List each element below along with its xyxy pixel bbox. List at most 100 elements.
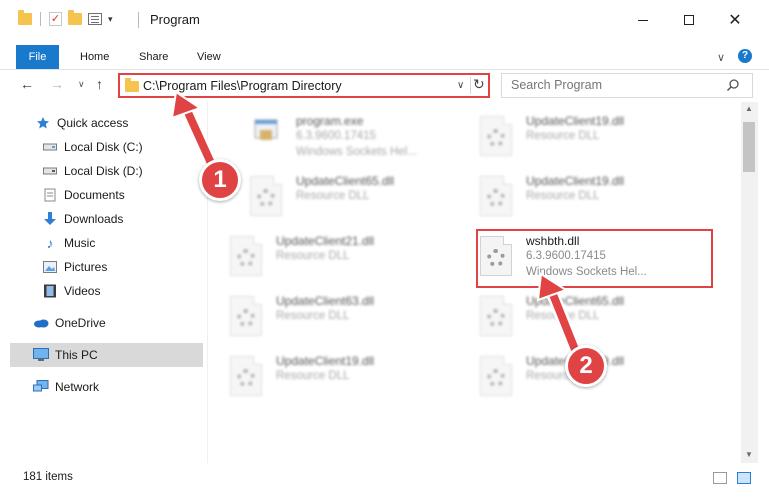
sidebar-item-music[interactable]: ♪ Music ✦	[42, 231, 239, 255]
customize-toolbar-dropdown-icon[interactable]: ▾	[108, 14, 113, 25]
close-button[interactable]: ✕	[712, 0, 758, 40]
dll-icon	[480, 356, 512, 396]
tab-share[interactable]: Share	[139, 45, 168, 69]
quick-access-toolbar: ✓ ▾	[18, 10, 113, 26]
sidebar-item-label: Pictures	[64, 260, 108, 274]
sidebar-item-local-disk-d[interactable]: Local Disk (D:) ✦	[42, 159, 238, 183]
sidebar-item-label: Downloads	[64, 212, 124, 226]
file-type: Resource DLL	[296, 190, 370, 202]
file-name: program.exe	[296, 114, 364, 128]
minimize-button[interactable]	[620, 0, 666, 40]
file-name: UpdateClient19.dll	[526, 174, 625, 188]
file-item[interactable]: UpdateClient19.dll Resource DLL	[208, 348, 438, 404]
title-bar: ✓ ▾ Program ✕	[0, 0, 769, 40]
dll-icon	[480, 116, 512, 156]
sidebar-item-label: Documents	[64, 188, 125, 202]
title-divider	[138, 12, 139, 28]
expand-ribbon-chevron-icon[interactable]: ∨	[717, 51, 725, 64]
sidebar-item-onedrive[interactable]: OneDrive	[33, 311, 207, 335]
dll-icon	[230, 236, 262, 276]
address-dropdown-icon[interactable]: ∨	[457, 80, 464, 91]
search-icon[interactable]	[726, 78, 740, 92]
scroll-thumb[interactable]	[743, 122, 755, 172]
maximize-button[interactable]	[666, 0, 712, 40]
documents-icon	[42, 187, 58, 203]
vertical-scrollbar[interactable]: ▲ ▼	[741, 102, 758, 463]
file-name: UpdateClient19.dll	[276, 354, 375, 368]
folder-icon	[125, 78, 139, 92]
sidebar-item-label: Music	[64, 236, 96, 250]
this-pc-icon	[33, 347, 49, 363]
file-name: UpdateClient21.dll	[276, 234, 375, 248]
recent-locations-dropdown[interactable]: ∨	[78, 79, 85, 90]
highlight-box	[476, 229, 713, 288]
item-count: 181 items	[23, 471, 73, 483]
onedrive-icon	[33, 315, 49, 331]
file-type: Resource DLL	[276, 250, 350, 262]
sidebar-item-documents[interactable]: Documents ✦	[42, 183, 238, 207]
scroll-down-arrow-icon[interactable]: ▼	[745, 450, 753, 459]
drive-icon	[42, 163, 58, 179]
up-button[interactable]: ↑	[96, 76, 103, 92]
gear-icon	[237, 309, 255, 327]
folder-icon[interactable]	[18, 10, 32, 25]
gear-icon	[257, 189, 275, 207]
sidebar-item-quick-access[interactable]: Quick access	[35, 111, 207, 135]
sidebar-item-label: Videos	[64, 284, 101, 298]
file-item[interactable]: UpdateClient21.dll Resource DLL	[208, 228, 438, 284]
music-icon: ♪	[46, 235, 54, 251]
file-item[interactable]: UpdateClient65.dll Resource DLL	[458, 288, 688, 344]
step-badge-1: 1	[199, 159, 241, 201]
tab-home[interactable]: Home	[80, 45, 109, 69]
file-type: Resource DLL	[526, 310, 600, 322]
gear-icon	[487, 369, 505, 387]
sidebar-item-label: Quick access	[57, 116, 129, 130]
dll-icon	[230, 296, 262, 336]
file-item[interactable]: UpdateClient19.dll Resource DLL	[458, 108, 688, 164]
large-icons-view-icon[interactable]	[737, 472, 751, 484]
search-input[interactable]	[511, 78, 721, 92]
new-folder-icon[interactable]	[68, 10, 82, 25]
properties-icon[interactable]	[88, 13, 102, 25]
sidebar-item-this-pc[interactable]: This PC	[10, 343, 203, 367]
address-row: ← → ∨ ↑ C:\Program Files\Program Directo…	[0, 70, 769, 102]
file-item[interactable]: UpdateClient65.dll Resource DLL	[228, 168, 458, 224]
sidebar-item-network[interactable]: Network	[33, 375, 207, 399]
dll-icon	[230, 356, 262, 396]
file-item[interactable]: program.exe 6.3.9600.17415 Windows Socke…	[228, 108, 458, 164]
address-path[interactable]: C:\Program Files\Program Directory	[143, 79, 342, 93]
sidebar-item-pictures[interactable]: Pictures ✦	[42, 255, 238, 279]
dll-icon	[480, 296, 512, 336]
address-divider	[470, 77, 471, 94]
help-icon[interactable]: ?	[738, 49, 752, 63]
properties-check-icon[interactable]: ✓	[49, 12, 62, 26]
tab-file[interactable]: File	[16, 45, 59, 69]
file-name: UpdateClient65.dll	[296, 174, 395, 188]
gear-icon	[237, 369, 255, 387]
sidebar-item-label: Network	[55, 380, 100, 394]
back-button[interactable]: ←	[20, 76, 34, 92]
dll-icon	[480, 176, 512, 216]
details-view-icon[interactable]	[713, 472, 727, 484]
file-type: Resource DLL	[276, 310, 350, 322]
tab-view[interactable]: View	[197, 45, 221, 69]
sidebar-item-videos[interactable]: Videos ✦	[42, 279, 238, 303]
window-title: Program	[150, 12, 200, 27]
address-bar[interactable]: C:\Program Files\Program Directory ∨ ↻	[118, 73, 490, 98]
file-item[interactable]: UpdateClient63.dll Resource DLL	[208, 288, 438, 344]
forward-button[interactable]: →	[50, 76, 64, 92]
search-box[interactable]	[501, 73, 753, 98]
gear-icon	[237, 249, 255, 267]
file-name: UpdateClient65.dll	[526, 294, 625, 308]
sidebar-item-local-disk-c[interactable]: Local Disk (C:) ✦	[42, 135, 238, 159]
file-version: 6.3.9600.17415	[296, 130, 376, 142]
refresh-icon[interactable]: ↻	[473, 76, 485, 93]
sidebar-item-label: OneDrive	[55, 316, 106, 330]
file-item[interactable]: UpdateClient19.dll Resource DLL	[458, 168, 688, 224]
gear-icon	[487, 189, 505, 207]
file-description: Windows Sockets Hel...	[296, 146, 417, 158]
sidebar-item-label: Local Disk (D:)	[64, 164, 143, 178]
file-type: Resource DLL	[526, 190, 600, 202]
scroll-up-arrow-icon[interactable]: ▲	[745, 104, 753, 113]
sidebar-item-downloads[interactable]: Downloads ✦	[42, 207, 238, 231]
